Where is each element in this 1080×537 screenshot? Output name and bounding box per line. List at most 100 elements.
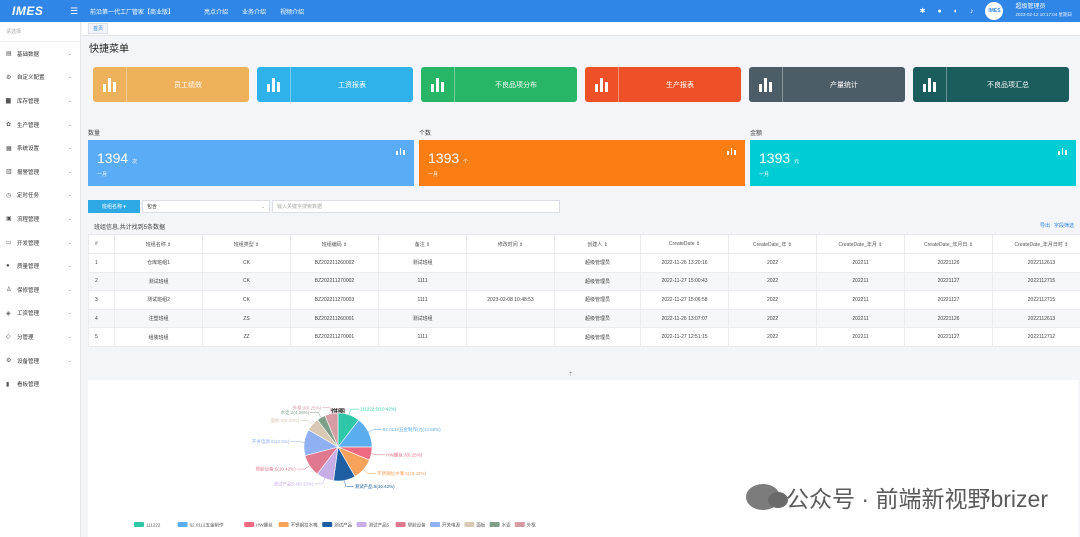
quick-menu-button-5[interactable]: 不良品项汇总 [913,67,1069,102]
table-row[interactable]: 2 测试班组 CK BZ202211270002 1111 超级管理员 2022-11-27… [88,271,1080,292]
column-header[interactable]: 班组编码 ⇕ [290,234,379,254]
column-header[interactable]: # [88,234,115,254]
chevron-down-icon: ⌄ [67,192,72,199]
quick-menu-button-3[interactable]: 生产报表 [585,67,741,102]
column-header[interactable]: CreateDate_年月日时 ⇕ [992,234,1080,254]
flow-icon: ▣ [6,216,12,223]
legend-item[interactable]: 外框 [514,522,536,529]
chart-icon: ▥ [6,169,12,176]
sidebar-item-13[interactable]: ⚙ 设备管理 ⌄ [0,349,80,373]
legend-item[interactable]: 62.0112五金制作 [177,522,224,529]
table-cell: 202211 [816,253,905,273]
chevron-down-icon: ⌄ [67,357,72,364]
grid-icon: ▦ [6,145,12,152]
table-cell: BZ202211270002 [290,271,379,292]
top-nav-video[interactable]: 视频介绍 [280,7,304,16]
stat-card-1[interactable]: 1393 个一月 [419,140,745,186]
column-filter-link[interactable]: 字段筛选 [1054,222,1074,229]
legend-swatch [489,522,500,527]
export-link[interactable]: 导出 [1040,222,1050,229]
theme-icon[interactable]: ◐ [954,8,958,15]
quality-icon: ● [6,263,10,270]
table-row[interactable]: 1 仓库班组1 CK BZ202211260002 测试班组 超级管理员 2022-11-2… [88,253,1080,273]
legend-item[interactable]: HW螺丝 [244,522,273,529]
chevron-down-icon: ⌄ [67,168,72,175]
legend-item[interactable]: 测试产品5 [356,522,390,529]
column-header[interactable]: 创建人 ⇕ [554,234,641,254]
quick-menu-button-4[interactable]: 产量统计 [749,67,905,102]
legend-item[interactable]: 开关电源 [430,522,460,529]
table-cell: 注塑班组 [114,308,203,329]
column-header[interactable]: 备注 ⇕ [378,234,467,254]
legend-item[interactable]: 塑胶设备 [395,522,426,529]
legend-swatch [430,522,440,527]
sidebar-item-0[interactable]: ▤ 基础数据 ⌄ [0,42,80,66]
sidebar-item-9[interactable]: ● 质量管理 ⌄ [0,254,80,278]
chevron-down-icon: ⌄ [67,121,72,128]
stat-card-2[interactable]: 1393 元一月 [750,140,1076,186]
avatar[interactable]: IMES [985,2,1004,20]
table-cell: 5 [88,327,115,347]
menu-toggle-icon[interactable]: ☰ [66,6,82,17]
quick-menu-button-1[interactable]: 工资报表 [257,67,413,102]
table-cell: 仓库班组1 [114,253,203,273]
sidebar-item-1[interactable]: ⚙ 自定义配置 ⌄ [0,66,80,90]
sidebar-item-4[interactable]: ▦ 系统设置 ⌄ [0,136,80,160]
table-row[interactable]: 5 组装班组 ZZ BZ202211270001 1111 超级管理员 2022-11-27… [88,327,1080,347]
column-header[interactable]: CreateDate_年 ⇕ [728,234,817,254]
collapse-icon[interactable]: ⇡ [568,371,573,378]
quick-menu-button-2[interactable]: 不良品项分布 [421,67,577,102]
sidebar-item-7[interactable]: ▣ 流程管理 ⌄ [0,207,80,231]
legend-label: HW螺丝 [256,522,273,529]
pie-label-line [348,408,359,415]
user-name: 超级管理员 [1015,4,1046,10]
column-header[interactable]: 修改时间 ⇕ [466,234,555,254]
pie-slice-label: 不锈钢拉水嘴:5(10.42%) [377,470,427,477]
legend-item[interactable]: 测试产品 [322,522,353,529]
table-cell: 测试班组2 [114,290,203,310]
pie-label-line [290,441,305,443]
table-cell: 测试班组 [378,253,467,273]
stat-period: 一月 [759,172,770,178]
top-nav-business[interactable]: 业务介绍 [242,7,266,16]
tag-icon: ◇ [6,334,11,341]
notification-icon[interactable]: ♪ [970,8,974,15]
user-icon[interactable]: ● [937,8,941,15]
table-cell: 2022112712 [992,327,1080,347]
legend-item[interactable]: 不锈钢拉水嘴 [278,522,318,529]
condition-select[interactable]: 包含 ⌄ [142,200,270,213]
settings-icon[interactable]: ✱ [920,7,926,15]
table-row[interactable]: 3 测试班组2 CK BZ202211270003 1111 2023-02-08 10:… [88,290,1080,310]
column-header[interactable]: 班组类型 ⇕ [202,234,291,254]
sidebar-item-8[interactable]: ▭ 开发管理 ⌄ [0,231,80,255]
search-input[interactable]: 输入关键字搜索数据 [272,200,560,213]
sidebar-item-2[interactable]: ▆ 库存管理 ⌄ [0,89,80,113]
stat-number: 1394 [97,150,129,166]
column-header[interactable]: 班组名称 ⇕ [114,234,203,254]
legend-item[interactable]: 111222 [134,522,161,528]
tab-home[interactable]: 首页 [88,23,109,34]
legend-item[interactable]: 面板 [464,522,486,529]
top-nav-highlights[interactable]: 亮点介绍 [204,7,228,16]
table-cell: 超级管理员 [554,327,641,347]
table-cell: 1111 [378,327,467,347]
data-table: # 班组名称 ⇕ 班组类型 ⇕ 班组编码 ⇕ 备注 ⇕ 修改时间 ⇕ 创建人 ⇕ Create… [88,234,1080,347]
column-header[interactable]: CreateDate_年月日 ⇕ [904,234,993,254]
sidebar-item-11[interactable]: ◈ 工资管理 ⌄ [0,302,80,326]
column-header[interactable]: CreateDate ⇕ [640,234,729,254]
sidebar-item-14[interactable]: ▮ 看板管理 [0,372,80,396]
table-row[interactable]: 4 注塑班组 ZS BZ202211260001 测试班组 超级管理员 2022-11-26… [88,308,1080,329]
sidebar-item-10[interactable]: ♙ 保修管理 ⌄ [0,278,80,302]
stat-card-0[interactable]: 1394 次一月 [88,140,414,186]
sidebar-item-6[interactable]: ◷ 定时任务 ⌄ [0,184,80,208]
sidebar-item-5[interactable]: ▥ 报警管理 ⌄ [0,160,80,184]
column-header[interactable]: CreateDate_年月 ⇕ [816,234,905,254]
sidebar-search-input[interactable]: 请选择 [0,22,80,42]
quick-menu-button-0[interactable]: 员工绩效 [93,67,249,102]
table-cell: 2023-02-08 10:48:53 [466,290,555,310]
sidebar-item-3[interactable]: ✿ 生产管理 ⌄ [0,113,80,137]
field-select-button[interactable]: 班组名称 ▾ [88,200,140,213]
sidebar-item-12[interactable]: ◇ 分管理 ⌄ [0,325,80,349]
user-info[interactable]: 超级管理员 2023-02-12 10:17:04 星期日 [1015,4,1072,18]
legend-item[interactable]: 水壶 [489,522,511,528]
